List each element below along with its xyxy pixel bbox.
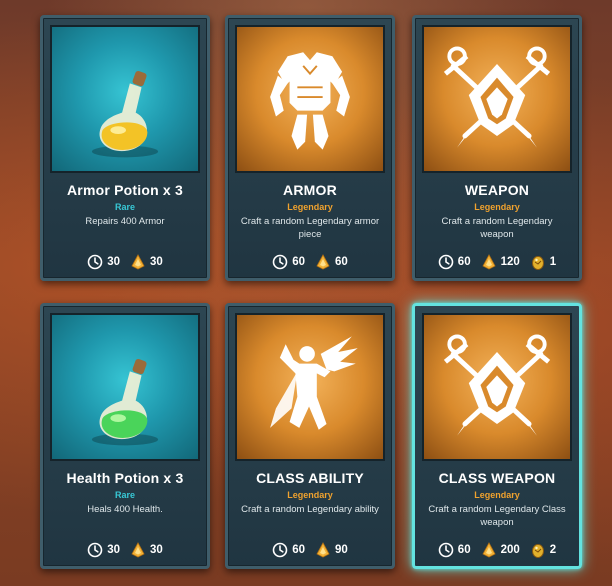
egg-value: 1	[549, 256, 557, 268]
card-art	[50, 25, 200, 173]
card-description: Craft a random Legendary armor piece	[240, 216, 380, 240]
crossed-swords-shield-icon	[424, 315, 570, 459]
card-description: Craft a random Legendary ability	[241, 504, 379, 515]
time-cost: 60	[272, 254, 305, 270]
cost-row: 60 60	[228, 254, 392, 270]
cost-row: 60 120 1	[415, 254, 579, 270]
time-cost: 60	[438, 254, 471, 270]
egg-icon	[531, 256, 544, 270]
gold-value: 200	[500, 544, 520, 556]
gold-cost: 200	[481, 542, 520, 558]
rarity-label: Legendary	[287, 490, 333, 500]
gold-shard-icon	[482, 542, 496, 558]
gold-shard-icon	[316, 254, 330, 270]
item-card-health-potion[interactable]: Health Potion x 3 Rare Heals 400 Health.…	[40, 303, 210, 569]
clock-icon	[87, 254, 103, 270]
time-cost: 60	[438, 542, 471, 558]
card-art	[235, 313, 385, 461]
gold-shard-icon	[131, 254, 145, 270]
time-value: 60	[457, 256, 471, 268]
gold-value: 60	[335, 256, 348, 268]
rarity-label: Legendary	[474, 490, 520, 500]
card-description: Craft a random Legendary Class weapon	[428, 504, 566, 528]
gold-cost: 30	[130, 542, 163, 558]
gold-cost: 30	[130, 254, 163, 270]
item-card-weapon[interactable]: WEAPON Legendary Craft a random Legendar…	[412, 15, 582, 281]
cost-row: 30 30	[43, 542, 207, 558]
item-card-class-ability[interactable]: CLASS ABILITY Legendary Craft a random L…	[225, 303, 395, 569]
card-art	[235, 25, 385, 173]
egg-cost: 2	[530, 542, 556, 558]
time-cost: 30	[87, 542, 120, 558]
gold-value: 90	[335, 544, 348, 556]
item-card-armor[interactable]: ARMOR Legendary Craft a random Legendary…	[225, 15, 395, 281]
clock-icon	[272, 254, 288, 270]
card-description: Craft a random Legendary weapon	[441, 216, 553, 240]
time-value: 30	[107, 256, 120, 268]
card-art	[422, 313, 572, 461]
time-value: 30	[107, 544, 120, 556]
rarity-label: Legendary	[287, 202, 333, 212]
potion-yellow-icon	[91, 70, 159, 158]
gold-value: 30	[150, 256, 163, 268]
card-title: WEAPON	[464, 182, 530, 198]
gold-cost: 90	[315, 542, 348, 558]
potion-green-icon	[91, 358, 159, 446]
gold-value: 120	[500, 256, 520, 268]
cost-row: 30 30	[43, 254, 207, 270]
time-cost: 30	[87, 254, 120, 270]
rarity-label: Rare	[114, 202, 135, 212]
item-card-armor-potion[interactable]: Armor Potion x 3 Rare Repairs 400 Armor …	[40, 15, 210, 281]
card-title: Armor Potion x 3	[67, 182, 183, 198]
winged-hero-icon	[270, 336, 358, 430]
card-title: Health Potion x 3	[66, 470, 184, 486]
armor-icon	[270, 52, 350, 150]
clock-icon	[438, 542, 454, 558]
card-title: CLASS WEAPON	[438, 470, 556, 486]
time-value: 60	[292, 256, 305, 268]
card-title: ARMOR	[283, 182, 337, 198]
gold-value: 30	[150, 544, 163, 556]
card-art	[422, 25, 572, 173]
gold-shard-icon	[131, 542, 145, 558]
egg-value: 2	[549, 544, 557, 556]
egg-icon	[531, 544, 544, 558]
time-value: 60	[292, 544, 305, 556]
gold-shard-icon	[316, 542, 330, 558]
rarity-label: Rare	[114, 490, 135, 500]
card-title: CLASS ABILITY	[256, 470, 364, 486]
egg-cost: 1	[530, 254, 556, 270]
rarity-label: Legendary	[474, 202, 520, 212]
cost-row: 60 200 2	[415, 542, 579, 558]
item-card-class-weapon[interactable]: CLASS WEAPON Legendary Craft a random Le…	[412, 303, 582, 569]
clock-icon	[87, 542, 103, 558]
card-art	[50, 313, 200, 461]
clock-icon	[438, 254, 454, 270]
clock-icon	[272, 542, 288, 558]
card-description: Heals 400 Health.	[87, 504, 163, 515]
card-description: Repairs 400 Armor	[85, 216, 165, 227]
gold-cost: 60	[315, 254, 348, 270]
cost-row: 60 90	[228, 542, 392, 558]
crossed-swords-shield-icon	[424, 27, 570, 171]
time-value: 60	[457, 544, 471, 556]
gold-shard-icon	[482, 254, 496, 270]
gold-cost: 120	[481, 254, 520, 270]
time-cost: 60	[272, 542, 305, 558]
